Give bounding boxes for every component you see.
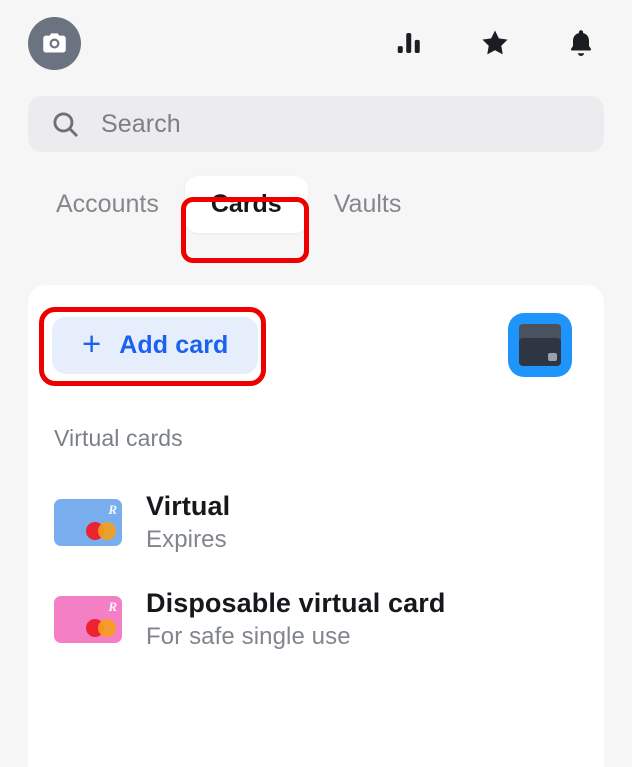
app-header (0, 0, 632, 86)
star-icon[interactable] (478, 26, 512, 60)
revolut-brand-mark: R (108, 502, 117, 517)
add-card-label: Add card (119, 330, 229, 359)
panel-top-row: + Add card (28, 285, 604, 377)
card-stack-chip (548, 353, 557, 361)
list-item[interactable]: R Disposable virtual card For safe singl… (28, 571, 604, 668)
bell-icon[interactable] (564, 26, 598, 60)
list-item[interactable]: R Virtual Expires (28, 474, 604, 571)
tab-cards[interactable]: Cards (184, 176, 308, 233)
card-stack-icon[interactable] (508, 313, 572, 377)
tab-vaults[interactable]: Vaults (308, 176, 428, 233)
add-card-button[interactable]: + Add card (52, 316, 259, 374)
search-section: Search (0, 86, 632, 152)
plus-icon: + (82, 325, 102, 362)
cards-panel: + Add card Virtual cards R Virtual Expir… (28, 285, 604, 767)
mastercard-icon (86, 522, 116, 540)
search-placeholder: Search (101, 109, 181, 138)
profile-avatar[interactable] (28, 16, 81, 70)
list-item-title: Virtual (146, 491, 231, 521)
section-title-virtual-cards: Virtual cards (54, 425, 183, 451)
card-thumbnail-disposable: R (54, 596, 122, 643)
list-item-title: Disposable virtual card (146, 588, 446, 618)
camera-icon (41, 30, 68, 57)
mastercard-icon (86, 619, 116, 637)
card-thumbnail-virtual: R (54, 499, 122, 546)
search-icon (50, 109, 81, 140)
virtual-cards-list: R Virtual Expires R Disposable virtual c… (28, 452, 604, 668)
analytics-icon[interactable] (392, 26, 426, 60)
search-input[interactable]: Search (28, 96, 604, 152)
list-item-subtitle: For safe single use (146, 623, 351, 650)
list-item-texts: Virtual Expires (146, 491, 230, 554)
list-item-texts: Disposable virtual card For safe single … (146, 588, 445, 651)
list-item-subtitle: Expires (146, 526, 227, 553)
revolut-brand-mark: R (108, 599, 117, 614)
header-actions (392, 26, 604, 60)
card-stack-front (519, 338, 561, 366)
tab-accounts[interactable]: Accounts (28, 176, 185, 233)
tab-bar: Accounts Cards Vaults (0, 152, 632, 233)
